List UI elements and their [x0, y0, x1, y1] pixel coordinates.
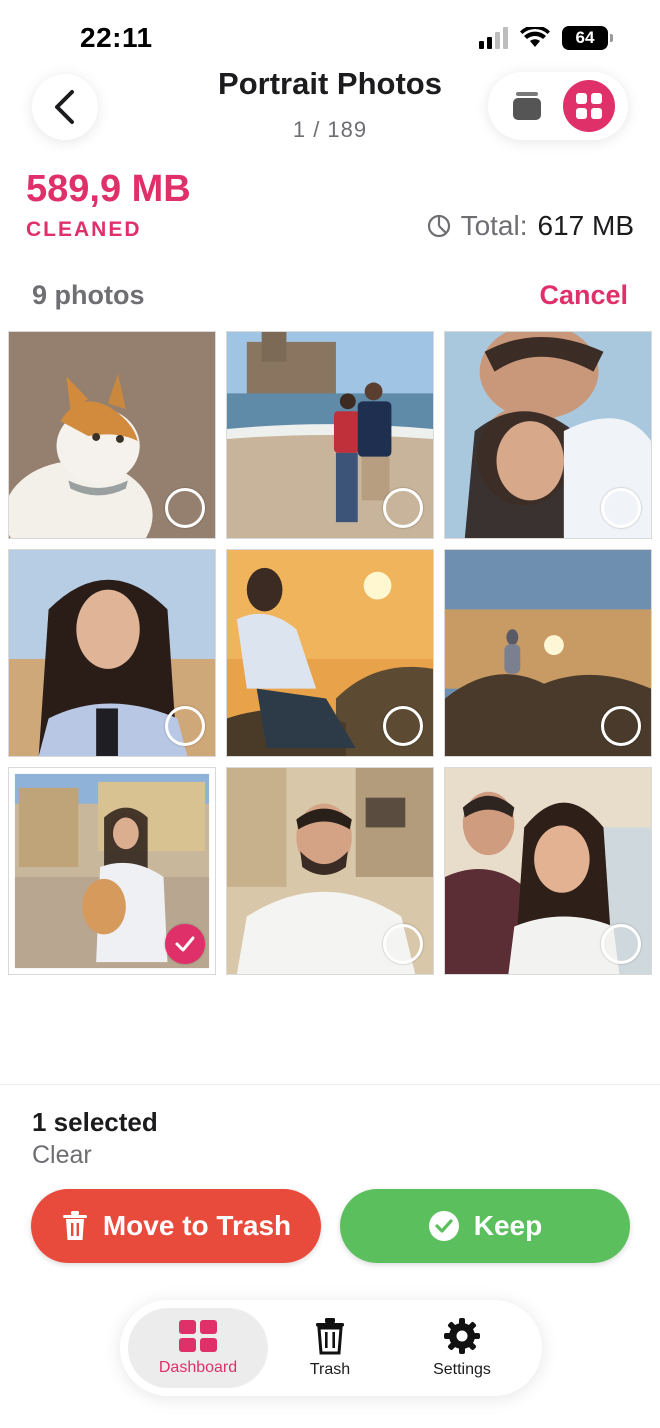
- stack-view-button[interactable]: [502, 81, 552, 131]
- tab-bar: Dashboard Trash Settings: [120, 1300, 542, 1396]
- photo-grid: [8, 331, 652, 975]
- dashboard-icon: [179, 1320, 217, 1352]
- move-to-trash-button[interactable]: Move to Trash: [31, 1189, 321, 1263]
- grid-view-button[interactable]: [562, 80, 615, 132]
- total-value: 617 MB: [537, 210, 635, 241]
- select-toggle[interactable]: [165, 706, 205, 746]
- checkmark-icon: [175, 936, 195, 952]
- select-toggle[interactable]: [383, 706, 423, 746]
- tab-settings[interactable]: Settings: [392, 1308, 532, 1388]
- select-toggle[interactable]: [601, 706, 641, 746]
- trash-icon: [316, 1318, 344, 1355]
- photo-item[interactable]: [8, 331, 216, 539]
- keep-button[interactable]: Keep: [340, 1189, 630, 1263]
- cleaned-amount: 589,9 MB: [26, 168, 191, 210]
- photo-item[interactable]: [444, 549, 652, 757]
- tab-dashboard[interactable]: Dashboard: [128, 1308, 268, 1388]
- photo-item[interactable]: [444, 331, 652, 539]
- gear-icon: [444, 1318, 480, 1354]
- cleaned-label: CLEANED: [26, 218, 142, 241]
- photo-item[interactable]: [8, 767, 216, 975]
- cancel-button[interactable]: Cancel: [539, 280, 628, 311]
- stack-icon: [512, 92, 541, 120]
- tab-trash-label: Trash: [309, 1361, 351, 1378]
- photo-item[interactable]: [226, 331, 434, 539]
- photos-count: 9 photos: [32, 280, 145, 310]
- divider: [0, 1084, 660, 1085]
- photo-item[interactable]: [226, 767, 434, 975]
- photo-item[interactable]: [444, 767, 652, 975]
- move-to-trash-label: Move to Trash: [102, 1210, 292, 1241]
- selected-count: 1 selected: [32, 1107, 158, 1137]
- signal-icon: [479, 27, 508, 49]
- total-label: Total:: [460, 210, 528, 241]
- trash-icon: [62, 1211, 87, 1240]
- tab-dashboard-label: Dashboard: [158, 1359, 238, 1376]
- clear-button[interactable]: Clear: [32, 1141, 92, 1170]
- select-toggle[interactable]: [383, 488, 423, 528]
- select-toggle[interactable]: [383, 924, 423, 964]
- select-toggle[interactable]: [165, 488, 205, 528]
- select-toggle[interactable]: [601, 924, 641, 964]
- tab-trash[interactable]: Trash: [260, 1308, 400, 1388]
- wifi-icon: [520, 27, 550, 47]
- status-time: 22:11: [80, 22, 153, 53]
- tab-settings-label: Settings: [433, 1361, 491, 1378]
- select-toggle-checked[interactable]: [165, 924, 205, 964]
- status-icons: 64: [479, 26, 613, 50]
- view-toggle: [488, 72, 628, 140]
- select-toggle[interactable]: [601, 488, 641, 528]
- battery-icon: 64: [562, 26, 613, 50]
- keep-label: Keep: [473, 1210, 543, 1241]
- pie-chart-icon: [427, 214, 450, 238]
- grid-icon: [575, 93, 602, 119]
- check-circle-icon: [428, 1211, 459, 1241]
- total-size: Total: 617 MB: [427, 210, 634, 242]
- photo-item[interactable]: [8, 549, 216, 757]
- photo-item[interactable]: [226, 549, 434, 757]
